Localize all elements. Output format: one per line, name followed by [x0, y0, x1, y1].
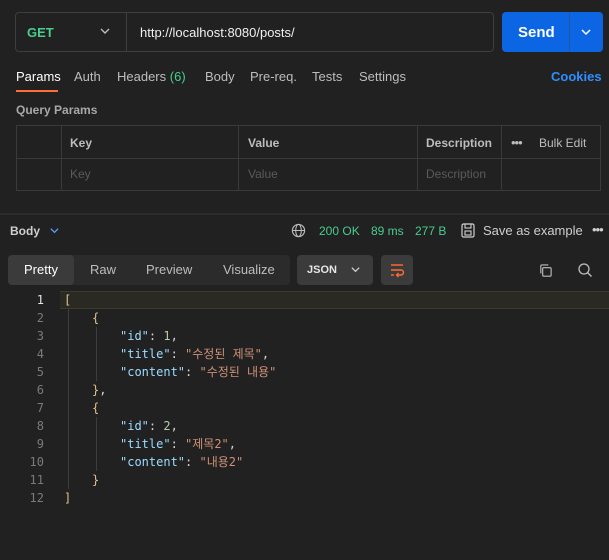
tab-headers[interactable]: Headers (6) — [117, 69, 186, 84]
cookies-link[interactable]: Cookies — [551, 69, 602, 84]
save-icon[interactable] — [461, 223, 475, 238]
line-number: 12 — [29, 491, 44, 505]
code-line: { — [92, 311, 100, 325]
tab-headers-label: Headers — [117, 69, 167, 84]
copy-icon[interactable] — [538, 263, 553, 278]
chevron-down-icon[interactable] — [49, 225, 60, 236]
code-line: "title": "제목2", — [120, 437, 237, 451]
code-line: { — [92, 401, 100, 415]
code-line: "id": 2, — [120, 419, 178, 433]
active-tab-indicator — [16, 90, 58, 92]
tab-body[interactable]: Body — [205, 69, 235, 84]
chevron-down-icon[interactable] — [580, 26, 592, 38]
chevron-down-icon — [100, 28, 110, 34]
view-visualize[interactable]: Visualize — [223, 262, 275, 277]
line-number: 11 — [29, 473, 44, 487]
code-line: "title": "수정된 제목", — [120, 347, 270, 361]
save-as-example-button[interactable]: Save as example — [483, 223, 583, 238]
col-description: Description — [426, 136, 493, 150]
line-number: 4 — [36, 347, 44, 361]
headers-count: (6) — [169, 69, 186, 84]
table-row-divider — [17, 158, 600, 159]
code-line: "content": "내용2" — [120, 455, 244, 469]
view-preview[interactable]: Preview — [146, 262, 192, 277]
tab-auth[interactable]: Auth — [74, 69, 101, 84]
response-size[interactable]: 277 B — [415, 224, 446, 238]
view-mode-selector: Pretty Raw Preview Visualize — [8, 255, 290, 285]
format-select[interactable]: JSON — [297, 255, 373, 285]
line-number: 3 — [36, 329, 44, 343]
tab-params[interactable]: Params — [16, 69, 61, 84]
line-number: 5 — [36, 365, 44, 379]
tab-settings[interactable]: Settings — [359, 69, 406, 84]
response-code-viewer[interactable]: 1 2 3 4 5 6 7 8 9 10 11 12 [ { "id": 1, … — [0, 291, 609, 521]
more-options-icon[interactable]: ••• — [511, 135, 523, 150]
send-button[interactable]: Send — [502, 12, 603, 52]
send-divider — [569, 12, 570, 52]
line-number: 1 — [36, 293, 44, 307]
col-value: Value — [248, 136, 280, 150]
line-number: 2 — [36, 311, 44, 325]
code-line: ] — [64, 491, 72, 505]
query-params-table: Key Value Description ••• Bulk Edit Key … — [16, 125, 601, 191]
format-label: JSON — [307, 264, 337, 276]
indent-guide — [96, 417, 97, 471]
more-options-icon[interactable]: ••• — [592, 222, 604, 237]
panel-separator[interactable] — [0, 213, 609, 215]
indent-guide — [68, 309, 69, 489]
response-time[interactable]: 89 ms — [371, 224, 404, 238]
line-number: 9 — [36, 437, 44, 451]
globe-icon[interactable] — [291, 223, 306, 238]
code-line: "id": 1, — [120, 329, 178, 343]
current-line-highlight — [60, 291, 609, 309]
view-raw[interactable]: Raw — [90, 262, 116, 277]
line-number: 8 — [36, 419, 44, 433]
tab-tests[interactable]: Tests — [312, 69, 342, 84]
param-value-input[interactable]: Value — [248, 167, 278, 181]
method-label: GET — [27, 25, 54, 40]
wrap-lines-button[interactable] — [381, 255, 413, 285]
view-pretty[interactable]: Pretty — [24, 262, 58, 277]
bulk-edit-button[interactable]: Bulk Edit — [539, 136, 586, 150]
chevron-down-icon — [351, 267, 360, 273]
tab-prereq[interactable]: Pre-req. — [250, 69, 297, 84]
method-select[interactable]: GET — [16, 13, 127, 51]
line-number: 10 — [29, 455, 44, 469]
code-line: "content": "수정된 내용" — [120, 365, 277, 379]
code-line: [ — [64, 293, 72, 307]
code-line: }, — [92, 383, 107, 397]
param-description-input[interactable]: Description — [426, 167, 486, 181]
response-body-label[interactable]: Body — [10, 224, 40, 238]
line-number: 7 — [36, 401, 44, 415]
line-number: 6 — [36, 383, 44, 397]
param-key-input[interactable]: Key — [70, 167, 91, 181]
url-input[interactable]: http://localhost:8080/posts/ — [140, 25, 295, 40]
indent-guide — [96, 327, 97, 381]
col-key: Key — [70, 136, 93, 150]
status-code[interactable]: 200 OK — [319, 224, 360, 238]
wrap-lines-icon — [391, 264, 405, 278]
send-label: Send — [518, 24, 555, 41]
query-params-title: Query Params — [16, 103, 98, 117]
code-line: } — [92, 473, 100, 487]
request-url-bar: GET http://localhost:8080/posts/ — [15, 12, 494, 52]
search-icon[interactable] — [577, 262, 593, 278]
